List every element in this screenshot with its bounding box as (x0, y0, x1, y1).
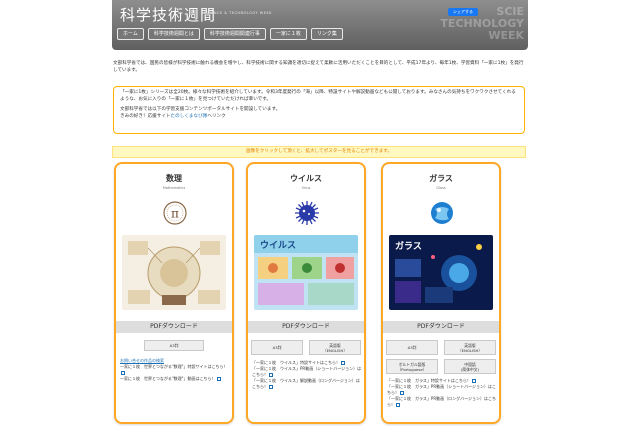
click-hint-banner: 画像をクリックして頂くと、拡大してポスターを見ることができます。 (112, 146, 526, 158)
english-download-button[interactable]: 英語版 （ENGLISH） (309, 340, 361, 355)
card-link-text: 「一家に１枚 ウイルス」特設サイトはこちら！ (252, 360, 340, 365)
chinese-download-button[interactable]: 中国語 (简体中文) (444, 359, 496, 374)
svg-text:ガラス: ガラス (395, 240, 422, 252)
external-link-icon (400, 391, 404, 395)
card-link[interactable]: 「一家に１枚 ガラス」PR動画（ショートバージョン）はこちら！ (387, 384, 497, 396)
button-label: (简体中文) (460, 366, 480, 372)
external-link-icon (269, 385, 273, 389)
external-link-icon (121, 371, 125, 375)
card-link[interactable]: 一家に１枚 世界とつながる"数理"」動画はこちら！ (120, 376, 230, 382)
button-label: （ENGLISH） (322, 347, 348, 353)
poster-card-math: 数理 Mathematics π PDFダウンロード A3判 お問い合せの作品の… (114, 162, 234, 424)
external-link-icon (269, 373, 273, 377)
nav-ikkani[interactable]: 一家に１枚 (269, 28, 307, 40)
nav-links[interactable]: リンク集 (310, 28, 343, 40)
external-link-icon (471, 379, 476, 383)
card-title: ガラス (429, 174, 453, 183)
card-link[interactable]: 「一家に１枚 ウイルス」解説動画（ロングバージョン）はこちら！ (252, 378, 362, 390)
card-title: ウイルス (290, 174, 322, 183)
poster-card-virus: ウイルス Virus ウイルス PDFダウンロード A3判 英語版 （ENGLIS… (246, 162, 366, 424)
button-label: A3判 (272, 345, 282, 350)
button-label: A3判 (169, 343, 179, 348)
a3-download-button[interactable]: A3判 (386, 340, 438, 355)
card-link-text: 「一家に１枚 ガラス」PR動画（ロングバージョン）はこちら！ (387, 396, 497, 407)
main-nav: ホーム 科学技術週間とは 科学技術週間関連行事 一家に１枚 リンク集 (117, 28, 343, 40)
english-download-button[interactable]: 英語版 （ENGLISH） (444, 340, 496, 355)
external-link-icon (396, 403, 400, 407)
card-link-text: 「一家に１枚 ガラス」特設サイトはこちら！ (387, 378, 471, 383)
notice-box: 「一家に1枚」シリーズは全20枚。様々な科学技術を紹介しています。令和3年度発行… (113, 86, 525, 134)
pi-icon: π (163, 201, 187, 225)
card-links: 「一家に１枚 ガラス」特設サイトはこちら！ 「一家に１枚 ガラス」PR動画（ショ… (387, 378, 497, 408)
site-header: 科学技術週間 SCIENCE & TECHNOLOGY WEEK シェアする S… (112, 0, 528, 50)
card-link-text: 一家に１枚 世界とつながる"数理"」動画はこちら！ (120, 376, 216, 381)
card-link-text: 一家に１枚 世界とつながる"数理"」特設サイトはこちら！ (120, 364, 228, 369)
glass-icon (431, 202, 453, 224)
math-poster-image[interactable] (122, 235, 226, 310)
notice-paragraph: 「一家に1枚」シリーズは全20枚。様々な科学技術を紹介しています。令和3年度発行… (120, 90, 516, 102)
site-logo-subtitle: SCIENCE & TECHNOLOGY WEEK (204, 11, 272, 15)
pdf-download-header: PDFダウンロード (116, 321, 232, 333)
portuguese-download-button[interactable]: ポルトガル語版 （Portuguese） (386, 359, 438, 374)
a3-download-button[interactable]: A3判 (251, 340, 303, 355)
virus-poster-image[interactable]: ウイルス (254, 235, 358, 310)
button-label: A3判 (407, 345, 417, 350)
external-link-icon (216, 377, 221, 381)
button-label: （ENGLISH） (457, 347, 483, 353)
virus-icon (295, 201, 319, 225)
a3-download-button[interactable]: A3判 (144, 340, 204, 351)
nav-events[interactable]: 科学技術週間関連行事 (203, 28, 266, 40)
pdf-download-header: PDFダウンロード (383, 321, 499, 333)
notice-link-line: きみの好き！応援サイトたのしくまなび隊へリンク (120, 114, 518, 121)
button-label: （Portuguese） (397, 366, 427, 372)
card-subtitle: Virus (301, 186, 311, 190)
nav-about[interactable]: 科学技術週間とは (147, 28, 200, 40)
card-subtitle: Mathematics (162, 186, 186, 190)
external-link-icon (341, 361, 345, 365)
card-links: お問い合せの作品の検索 一家に１枚 世界とつながる"数理"」特設サイトはこちら！… (120, 358, 230, 382)
tanoshiku-link[interactable]: たのしくまなび隊 (171, 114, 208, 119)
svg-text:π: π (171, 207, 179, 221)
nav-home[interactable]: ホーム (117, 28, 144, 40)
notice-link-suffix: へリンク (207, 113, 226, 119)
poster-card-glass: ガラス Glass ガラス PDFダウンロード A3判 英語版 （ENGLISH）… (381, 162, 501, 424)
card-subtitle: Glass (436, 186, 446, 190)
card-link[interactable]: 一家に１枚 世界とつながる"数理"」特設サイトはこちら！ (120, 364, 230, 376)
site-logo[interactable]: 科学技術週間 (120, 4, 216, 25)
card-title: 数理 (166, 174, 182, 183)
intro-text: 文部科学省では、国民の皆様が科学技術に触れる機会を増やし、科学技術に関する知識を… (113, 61, 524, 73)
pdf-download-header: PDFダウンロード (248, 321, 364, 333)
header-watermark: SCIE TECHNOLOGY WEEK (440, 6, 524, 42)
card-links: 「一家に１枚 ウイルス」特設サイトはこちら！ 「一家に１枚 ウイルス」PR動画（… (252, 360, 362, 390)
svg-text:ウイルス: ウイルス (260, 240, 296, 251)
glass-poster-image[interactable]: ガラス (389, 235, 493, 310)
card-link[interactable]: 「一家に１枚 ウイルス」PR動画（ショートバージョン）はこちら！ (252, 366, 362, 378)
notice-link-prefix: きみの好き！応援サイト (120, 113, 171, 119)
card-link[interactable]: 「一家に１枚 ガラス」PR動画（ロングバージョン）はこちら！ (387, 396, 497, 408)
watermark-line: WEEK (488, 29, 524, 42)
